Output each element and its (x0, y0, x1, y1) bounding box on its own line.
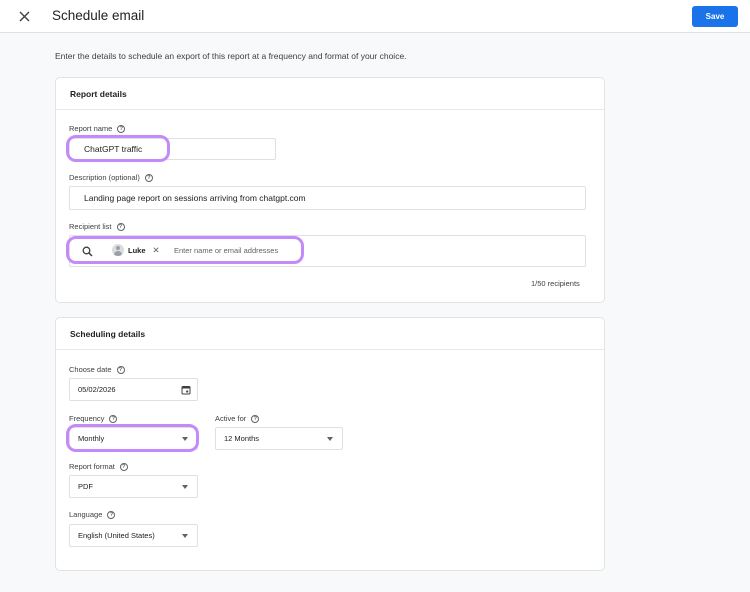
frequency-select[interactable]: Monthly (69, 427, 198, 450)
active-for-select[interactable]: 12 Months (215, 427, 343, 450)
dropdown-caret-icon (182, 436, 188, 441)
active-for-label: Active for ? (215, 414, 260, 423)
help-icon[interactable]: ? (119, 462, 128, 471)
description-field[interactable]: Landing page report on sessions arriving… (69, 186, 586, 210)
language-select[interactable]: English (United States) (69, 524, 198, 547)
report-name-label: Report name ? (69, 124, 126, 133)
help-icon[interactable]: ? (109, 414, 118, 423)
choose-date-label: Choose date ? (69, 365, 125, 374)
language-label: Language ? (69, 510, 116, 519)
report-details-card: Report details Report name ? ChatGPT tra… (55, 77, 605, 303)
page-title: Schedule email (52, 8, 145, 23)
recipient-list-label: Recipient list ? (69, 222, 125, 231)
scheduling-details-title: Scheduling details (56, 318, 604, 350)
frequency-label: Frequency ? (69, 414, 118, 423)
dropdown-caret-icon (182, 484, 188, 489)
dropdown-caret-icon (327, 436, 333, 441)
help-icon[interactable]: ? (251, 414, 260, 423)
help-icon[interactable]: ? (116, 365, 125, 374)
report-format-label: Report format ? (69, 462, 128, 471)
search-icon (82, 246, 93, 257)
dropdown-caret-icon (182, 533, 188, 538)
recipient-chip[interactable]: Luke ✕ (112, 243, 160, 257)
date-picker[interactable]: 05/02/2026 (69, 378, 198, 401)
recipient-count: 1/50 recipients (531, 279, 580, 288)
help-icon[interactable]: ? (116, 222, 125, 231)
intro-text: Enter the details to schedule an export … (55, 51, 407, 61)
report-details-title: Report details (56, 78, 604, 110)
avatar-icon (112, 244, 124, 256)
save-button[interactable]: Save (692, 6, 738, 27)
top-bar: Schedule email Save (0, 0, 750, 33)
help-icon[interactable]: ? (117, 124, 126, 133)
recipient-input[interactable] (174, 243, 374, 257)
close-icon[interactable] (15, 7, 33, 25)
scheduling-details-card: Scheduling details Choose date ? 05/02/2… (55, 317, 605, 571)
remove-recipient-icon[interactable]: ✕ (153, 245, 160, 256)
help-icon[interactable]: ? (144, 173, 153, 182)
report-name-field[interactable]: ChatGPT traffic (69, 138, 276, 160)
report-format-select[interactable]: PDF (69, 475, 198, 498)
calendar-icon[interactable] (181, 385, 191, 395)
recipient-list-field[interactable]: Luke ✕ (69, 235, 586, 267)
description-label: Description (optional) ? (69, 173, 153, 182)
help-icon[interactable]: ? (107, 510, 116, 519)
